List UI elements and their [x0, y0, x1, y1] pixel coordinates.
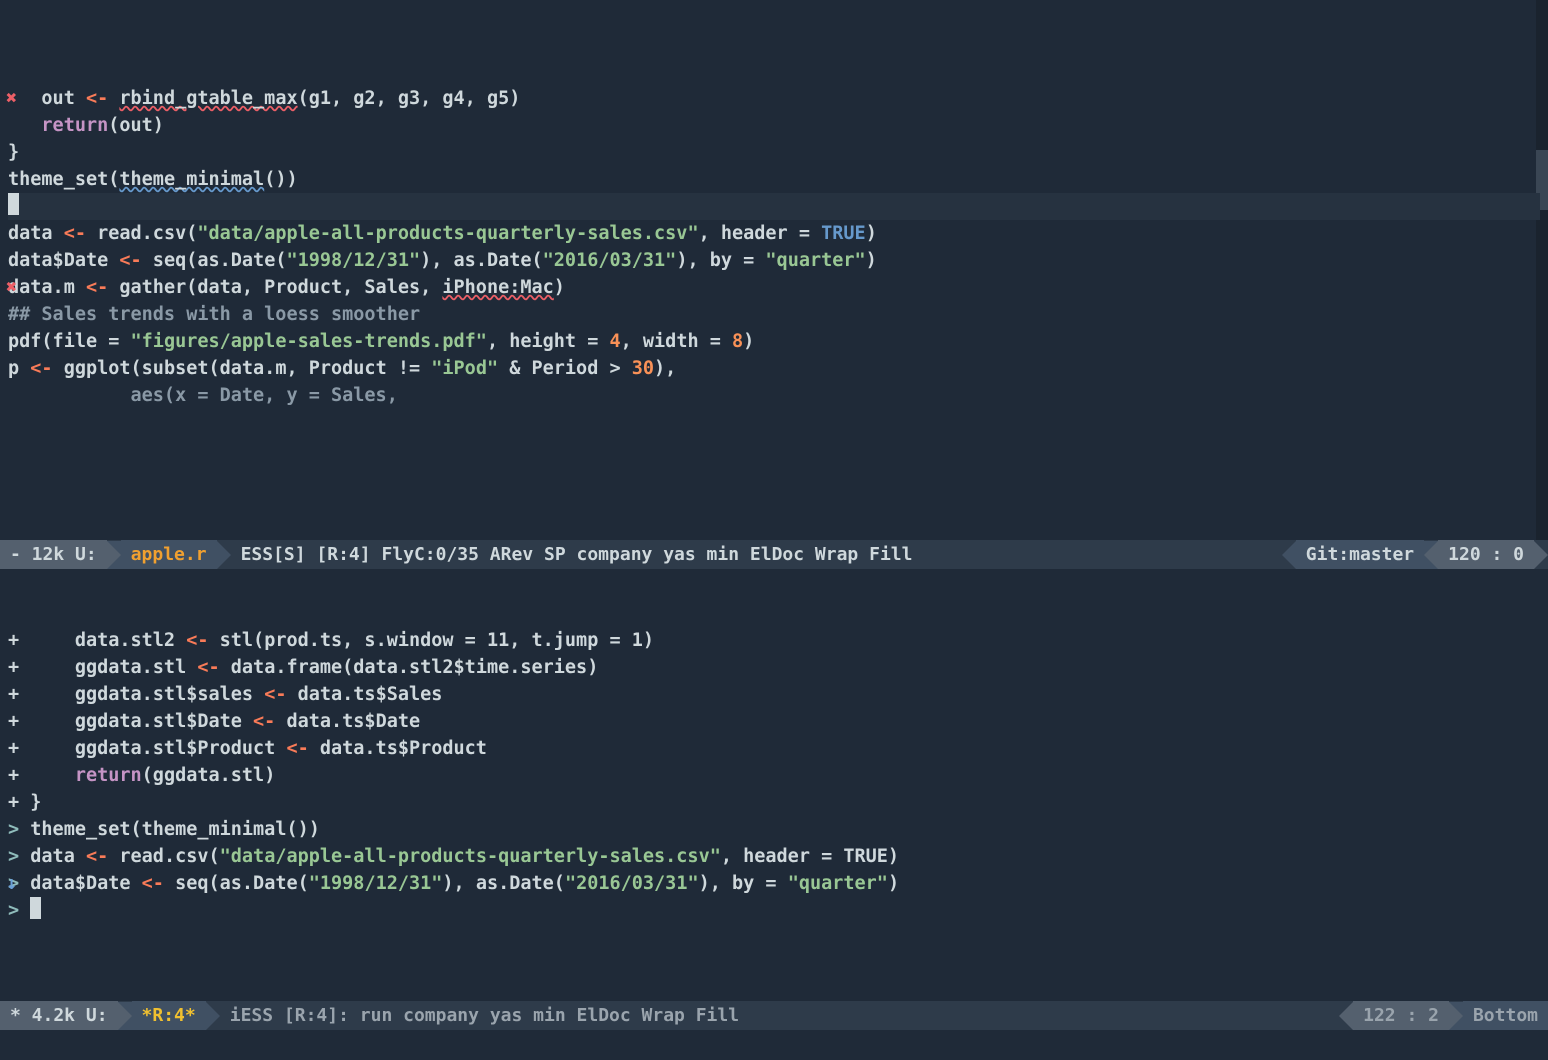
- minibuffer[interactable]: [0, 1030, 1548, 1060]
- emacs-frame: ✖ out <- rbind_gtable_max(g1, g2, g3, g4…: [0, 0, 1548, 1060]
- code-line[interactable]: pdf(file = "figures/apple-sales-trends.p…: [8, 328, 1540, 355]
- code-line[interactable]: data <- read.csv("data/apple-all-product…: [8, 220, 1540, 247]
- repl-line[interactable]: ↓> data$Date <- seq(as.Date("1998/12/31"…: [8, 870, 1540, 897]
- vc-branch: Git:master: [1296, 540, 1424, 569]
- repl-line[interactable]: + return(ggdata.stl): [8, 762, 1540, 789]
- buffer-name[interactable]: *R:4*: [132, 1001, 206, 1030]
- modeline-bottom[interactable]: * 4.2k U: *R:4* iESS [R:4]: run company …: [0, 1001, 1548, 1030]
- code-line[interactable]: data$Date <- seq(as.Date("1998/12/31"), …: [8, 247, 1540, 274]
- separator: [217, 541, 231, 569]
- separator: [1339, 1002, 1353, 1030]
- separator: [1449, 1002, 1463, 1030]
- repl-buffer[interactable]: + data.stl2 <- stl(prod.ts, s.window = 1…: [0, 569, 1548, 1001]
- code-line[interactable]: p <- ggplot(subset(data.m, Product != "i…: [8, 355, 1540, 382]
- separator: [1534, 541, 1548, 569]
- repl-line[interactable]: + ggdata.stl$Date <- data.ts$Date: [8, 708, 1540, 735]
- separator: [1424, 541, 1438, 569]
- code-line[interactable]: ✖ out <- rbind_gtable_max(g1, g2, g3, g4…: [8, 85, 1540, 112]
- buffer-position: Bottom: [1463, 1001, 1548, 1030]
- code-line[interactable]: [8, 193, 1540, 220]
- major-minor-modes: iESS [R:4]: run company yas min ElDoc Wr…: [220, 1001, 1339, 1030]
- code-line[interactable]: ✖data.m <- gather(data, Product, Sales, …: [8, 274, 1540, 301]
- code-line[interactable]: theme_set(theme_minimal()): [8, 166, 1540, 193]
- repl-line[interactable]: >: [8, 897, 1540, 924]
- code-line[interactable]: aes(x = Date, y = Sales,: [8, 382, 1540, 409]
- repl-line[interactable]: + ggdata.stl <- data.frame(data.stl2$tim…: [8, 654, 1540, 681]
- modeline-status: - 12k U:: [0, 540, 107, 569]
- separator: [1282, 541, 1296, 569]
- code-line[interactable]: }: [8, 139, 1540, 166]
- repl-line[interactable]: + }: [8, 789, 1540, 816]
- repl-line[interactable]: > theme_set(theme_minimal()): [8, 816, 1540, 843]
- separator: [118, 1002, 132, 1030]
- code-line[interactable]: ## Sales trends with a loess smoother: [8, 301, 1540, 328]
- line-col: 120 : 0: [1438, 540, 1534, 569]
- modeline-status: * 4.2k U:: [0, 1001, 118, 1030]
- repl-line[interactable]: + data.stl2 <- stl(prod.ts, s.window = 1…: [8, 627, 1540, 654]
- repl-line[interactable]: > data <- read.csv("data/apple-all-produ…: [8, 843, 1540, 870]
- code-line[interactable]: return(out): [8, 112, 1540, 139]
- buffer-name[interactable]: apple.r: [121, 540, 217, 569]
- line-col: 122 : 2: [1353, 1001, 1449, 1030]
- separator: [206, 1002, 220, 1030]
- repl-line[interactable]: + ggdata.stl$Product <- data.ts$Product: [8, 735, 1540, 762]
- separator: [107, 541, 121, 569]
- source-buffer[interactable]: ✖ out <- rbind_gtable_max(g1, g2, g3, g4…: [0, 0, 1548, 540]
- major-minor-modes: ESS[S] [R:4] FlyC:0/35 ARev SP company y…: [231, 540, 1282, 569]
- repl-line[interactable]: + ggdata.stl$sales <- data.ts$Sales: [8, 681, 1540, 708]
- modeline-top[interactable]: - 12k U: apple.r ESS[S] [R:4] FlyC:0/35 …: [0, 540, 1548, 569]
